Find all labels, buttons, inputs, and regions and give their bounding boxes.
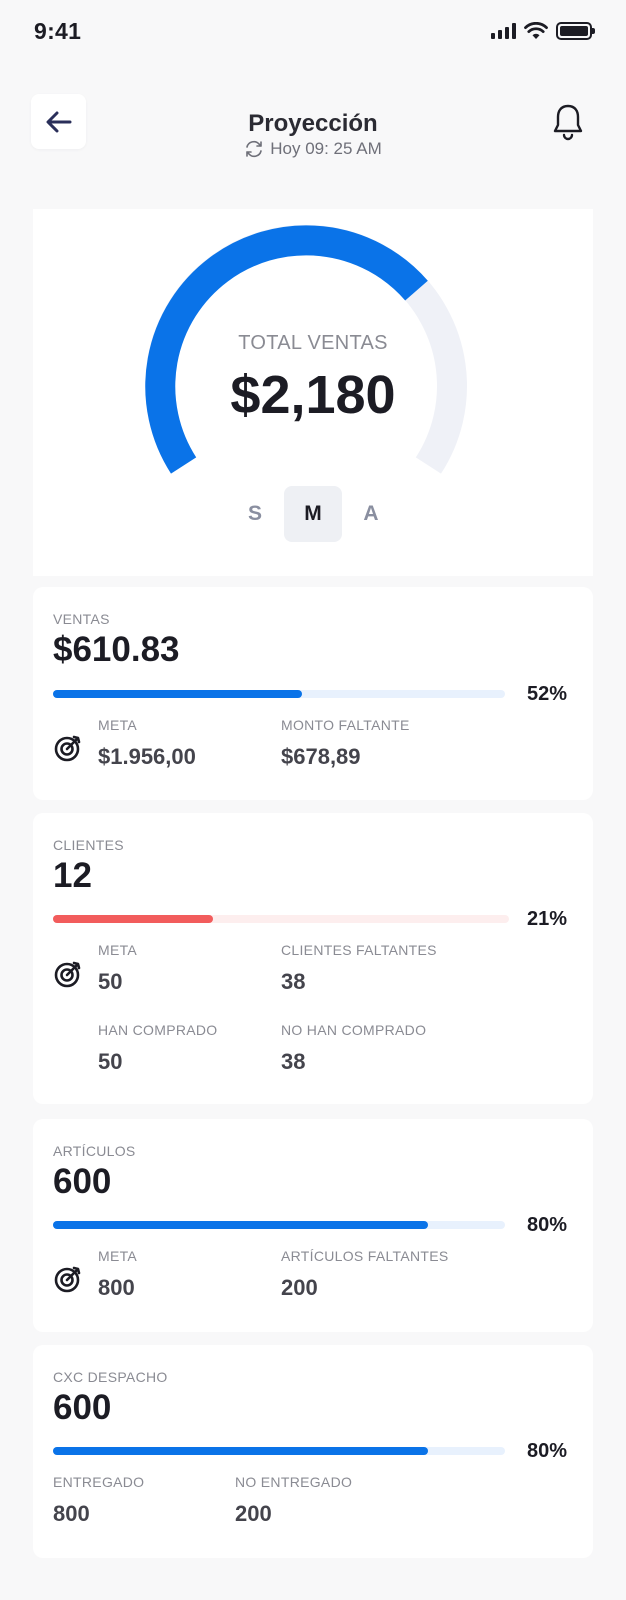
articulos-meta-label: META (98, 1248, 138, 1264)
bell-icon[interactable] (550, 102, 586, 142)
clientes-no-comprado-label: NO HAN COMPRADO (281, 1022, 427, 1038)
cxc-entregado-label: ENTREGADO (53, 1474, 145, 1490)
articulos-progress-fill (53, 1221, 429, 1229)
articulos-progress-track (53, 1221, 505, 1229)
ventas-meta-value: $1.956,00 (98, 744, 196, 769)
ventas-meta-label: META (98, 717, 138, 733)
clientes-faltantes-label: CLIENTES FALTANTES (281, 942, 437, 958)
gauge-label: TOTAL VENTAS (238, 332, 388, 354)
articulos-label: ARTÍCULOS (53, 1143, 136, 1159)
status-bar: 9:41 (0, 0, 626, 64)
last-updated: Hoy 09: 25 AM (0, 139, 626, 159)
clientes-card[interactable]: CLIENTES 12 21% META 50 CLIENTES FALTANT… (33, 813, 593, 1104)
battery-icon (556, 22, 595, 40)
ventas-faltante-value: $678,89 (281, 744, 361, 769)
clientes-label: CLIENTES (53, 837, 124, 853)
cxc-no-entregado-label: NO ENTREGADO (235, 1474, 353, 1490)
articulos-card[interactable]: ARTÍCULOS 600 80% META 800 ARTÍCULOS FAL… (33, 1119, 593, 1332)
cxc-percent: 80% (526, 1440, 567, 1462)
clientes-comprado-label: HAN COMPRADO (98, 1022, 218, 1038)
clientes-progress-fill (53, 915, 213, 923)
refresh-icon[interactable] (244, 139, 264, 159)
status-icons (491, 22, 595, 40)
wifi-icon (524, 22, 548, 39)
ventas-faltante-label: MONTO FALTANTE (281, 717, 410, 733)
period-tab-m[interactable]: M (284, 486, 342, 542)
clientes-comprado-value: 50 (98, 1049, 123, 1074)
ventas-percent: 52% (526, 683, 567, 705)
cxc-despacho-card[interactable]: CXC DESPACHO 600 80% ENTREGADO 800 NO EN… (33, 1345, 593, 1558)
cxc-value: 600 (53, 1388, 112, 1427)
ventas-progress-fill (53, 690, 302, 698)
total-sales-card: TOTAL VENTAS $2,180 S M A (33, 209, 593, 576)
last-updated-text: Hoy 09: 25 AM (270, 139, 382, 158)
ventas-progress-track (53, 690, 505, 698)
clientes-percent: 21% (526, 908, 567, 930)
gauge-value: $2,180 (230, 365, 396, 425)
signal-icon (491, 23, 516, 39)
clientes-meta-label: META (98, 942, 138, 958)
articulos-meta-value: 800 (98, 1275, 135, 1300)
clientes-meta-value: 50 (98, 969, 123, 994)
status-time: 9:41 (34, 18, 82, 44)
ventas-card[interactable]: VENTAS $610.83 52% META $1.956,00 MONTO … (33, 587, 593, 800)
period-selector: S M A (33, 486, 593, 542)
cxc-progress-track (53, 1447, 505, 1455)
target-icon (54, 961, 81, 988)
articulos-faltantes-value: 200 (281, 1275, 318, 1300)
articulos-value: 600 (53, 1162, 112, 1201)
cxc-no-entregado-value: 200 (235, 1501, 272, 1526)
ventas-label: VENTAS (53, 611, 110, 627)
cxc-progress-fill (53, 1447, 429, 1455)
cxc-label: CXC DESPACHO (53, 1369, 168, 1385)
clientes-value: 12 (53, 856, 92, 895)
page-title: Proyección (248, 110, 378, 137)
period-tab-s[interactable]: S (226, 486, 284, 542)
cxc-entregado-value: 800 (53, 1501, 90, 1526)
articulos-percent: 80% (526, 1214, 567, 1236)
target-icon (54, 735, 81, 762)
ventas-value: $610.83 (53, 630, 180, 669)
clientes-no-comprado-value: 38 (281, 1049, 306, 1074)
clientes-progress-track (53, 915, 509, 923)
clientes-faltantes-value: 38 (281, 969, 306, 994)
period-tab-a[interactable]: A (342, 486, 400, 542)
articulos-faltantes-label: ARTÍCULOS FALTANTES (281, 1248, 449, 1264)
target-icon (54, 1266, 81, 1293)
